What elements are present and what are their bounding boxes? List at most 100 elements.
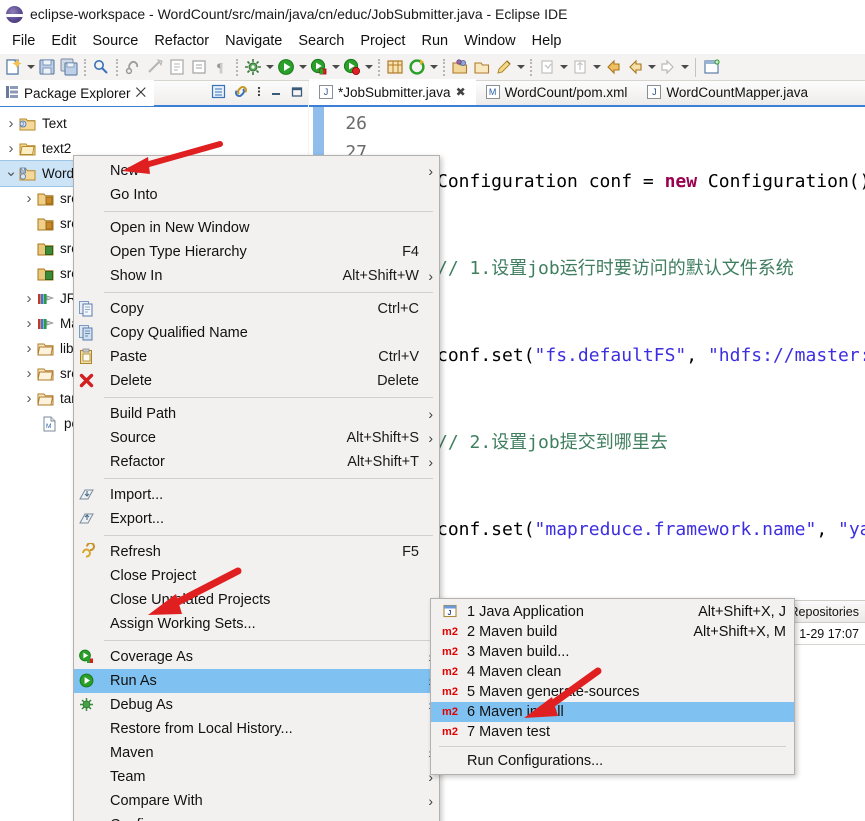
new-package-icon[interactable]	[385, 57, 405, 77]
context-menu-item-team[interactable]: Team	[74, 765, 439, 789]
next-annotation-dropdown-icon[interactable]	[591, 58, 602, 76]
menu-search[interactable]: Search	[290, 31, 352, 51]
menu-refactor[interactable]: Refactor	[146, 31, 217, 51]
menu-source[interactable]: Source	[84, 31, 146, 51]
maximize-icon[interactable]	[290, 85, 304, 104]
submenu-item-maven-test[interactable]: m2 7 Maven test	[431, 722, 794, 742]
coverage-dropdown-icon[interactable]	[330, 58, 341, 76]
run-dropdown-icon[interactable]	[297, 58, 308, 76]
context-menu-item-source[interactable]: Source Alt+Shift+S	[74, 426, 439, 450]
chevron-right-icon[interactable]	[22, 190, 36, 207]
pencil-dropdown-icon[interactable]	[515, 58, 526, 76]
save-icon[interactable]	[37, 57, 57, 77]
context-menu-item-restore-from-local-history[interactable]: Restore from Local History...	[74, 717, 439, 741]
chevron-right-icon[interactable]	[22, 290, 36, 307]
quick-access-icon[interactable]	[91, 57, 111, 77]
submenu-item-maven-build[interactable]: m2 2 Maven build Alt+Shift+X, M	[431, 622, 794, 642]
tab-package-explorer[interactable]: Package Explorer ⨉	[0, 80, 154, 106]
menu-window[interactable]: Window	[456, 31, 524, 51]
tab-wordcountmapper-java[interactable]: J WordCountMapper.java	[637, 79, 818, 105]
context-menu-item-refactor[interactable]: Refactor Alt+Shift+T	[74, 450, 439, 474]
pencil-icon[interactable]	[494, 57, 514, 77]
context-menu-item-configure[interactable]: Configure	[74, 813, 439, 821]
context-menu-item-export[interactable]: Export...	[74, 507, 439, 531]
tab-jobsubmitter-java[interactable]: J *JobSubmitter.java ✖	[309, 79, 476, 105]
context-menu-item-coverage-as[interactable]: Coverage As	[74, 645, 439, 669]
run-icon[interactable]	[276, 57, 296, 77]
new-editor-icon[interactable]	[702, 57, 722, 77]
next-edit-dropdown-icon[interactable]	[679, 58, 690, 76]
menu-run[interactable]: Run	[413, 31, 456, 51]
context-menu-accelerator: F4	[402, 244, 419, 260]
chevron-down-icon[interactable]	[4, 165, 18, 183]
open-task-icon[interactable]	[472, 57, 492, 77]
context-menu-item-maven[interactable]: Maven	[74, 741, 439, 765]
open-type-icon[interactable]	[450, 57, 470, 77]
context-menu-label: Refresh	[110, 544, 161, 560]
chevron-right-icon[interactable]	[4, 140, 18, 157]
submenu-accelerator: Alt+Shift+X, M	[693, 624, 786, 640]
context-menu-item-open-in-new-window[interactable]: Open in New Window	[74, 216, 439, 240]
tree-item-text[interactable]: J Text	[0, 111, 308, 136]
chevron-right-icon[interactable]	[22, 365, 36, 382]
coverage-icon[interactable]	[309, 57, 329, 77]
external-tools-dropdown-icon[interactable]	[264, 58, 275, 76]
context-menu-item-import[interactable]: Import...	[74, 483, 439, 507]
context-menu-item-build-path[interactable]: Build Path	[74, 402, 439, 426]
context-menu-item-new[interactable]: New	[74, 159, 439, 183]
context-menu-item-debug-as[interactable]: Debug As	[74, 693, 439, 717]
link-icon[interactable]	[123, 57, 143, 77]
submenu-item-maven-build-dialog[interactable]: m2 3 Maven build...	[431, 642, 794, 662]
chevron-right-icon[interactable]	[22, 315, 36, 332]
annotation-dropdown-icon[interactable]	[558, 58, 569, 76]
debug-dropdown-icon[interactable]	[363, 58, 374, 76]
menu-navigate[interactable]: Navigate	[217, 31, 290, 51]
context-menu-item-compare-with[interactable]: Compare With	[74, 789, 439, 813]
context-menu-item-close-project[interactable]: Close Project	[74, 564, 439, 588]
context-menu-label: Delete	[110, 373, 152, 389]
context-menu-item-paste[interactable]: Paste Ctrl+V	[74, 345, 439, 369]
view-menu-icon[interactable]	[256, 84, 262, 104]
tab-wordcount-pom-xml[interactable]: M WordCount/pom.xml	[476, 79, 638, 105]
submenu-item-java-application[interactable]: J 1 Java Application Alt+Shift+X, J	[431, 602, 794, 622]
back-dropdown-icon[interactable]	[646, 58, 657, 76]
submenu-item-maven-clean[interactable]: m2 4 Maven clean	[431, 662, 794, 682]
submenu-item-run-configurations[interactable]: Run Configurations...	[431, 751, 794, 771]
context-menu-item-close-unrelated-projects[interactable]: Close Unrelated Projects	[74, 588, 439, 612]
context-menu-item-delete[interactable]: Delete Delete	[74, 369, 439, 393]
context-menu-item-refresh[interactable]: Refresh F5	[74, 540, 439, 564]
context-menu-item-show-in[interactable]: Show In Alt+Shift+W	[74, 264, 439, 288]
close-icon[interactable]: ✖	[456, 85, 466, 99]
save-all-icon[interactable]	[59, 57, 79, 77]
menu-help[interactable]: Help	[524, 31, 570, 51]
debug-icon[interactable]	[342, 57, 362, 77]
context-menu-item-copy[interactable]: Copy Ctrl+C	[74, 297, 439, 321]
submenu-item-maven-generate-sources[interactable]: m2 5 Maven generate-sources	[431, 682, 794, 702]
chevron-right-icon[interactable]	[22, 340, 36, 357]
context-menu-item-assign-working-sets[interactable]: Assign Working Sets...	[74, 612, 439, 636]
chevron-right-icon[interactable]	[4, 115, 18, 132]
collapse-all-icon[interactable]	[211, 84, 226, 104]
m2-icon: m2	[442, 726, 458, 738]
context-menu-item-go-into[interactable]: Go Into	[74, 183, 439, 207]
new-wizard-dropdown-icon[interactable]	[25, 58, 36, 76]
new-wizard-icon[interactable]	[4, 57, 24, 77]
chevron-right-icon[interactable]	[22, 390, 36, 407]
menu-file[interactable]: File	[4, 31, 43, 51]
menu-project[interactable]: Project	[352, 31, 413, 51]
context-menu-item-run-as[interactable]: Run As	[74, 669, 439, 693]
external-tools-icon[interactable]	[243, 57, 263, 77]
no-icon	[78, 720, 102, 738]
menu-edit[interactable]: Edit	[43, 31, 84, 51]
context-menu-item-open-type-hierarchy[interactable]: Open Type Hierarchy F4	[74, 240, 439, 264]
minimize-icon[interactable]	[269, 85, 283, 104]
refresh-icon[interactable]	[407, 57, 427, 77]
back-icon[interactable]	[603, 57, 623, 77]
refresh-dropdown-icon[interactable]	[428, 58, 439, 76]
submenu-item-maven-install[interactable]: m2 6 Maven install	[431, 702, 794, 722]
context-menu-accelerator: Alt+Shift+W	[342, 268, 419, 284]
link-with-editor-icon[interactable]	[233, 84, 249, 104]
context-menu-item-copy-qualified-name[interactable]: Copy Qualified Name	[74, 321, 439, 345]
close-icon[interactable]: ⨉	[136, 85, 146, 101]
forward-icon[interactable]	[625, 57, 645, 77]
